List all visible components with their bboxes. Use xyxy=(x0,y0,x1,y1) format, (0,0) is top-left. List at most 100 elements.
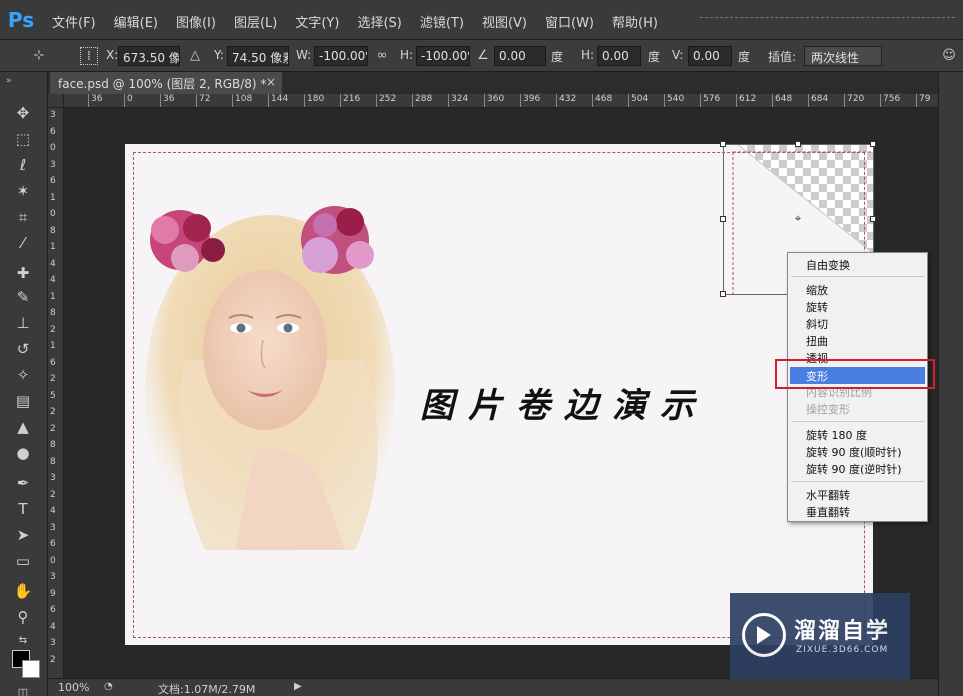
status-info-icon[interactable]: ◔ xyxy=(104,681,113,692)
lasso-tool-icon[interactable]: ℓ xyxy=(12,154,34,176)
link-icon[interactable]: ∞ xyxy=(373,47,391,65)
menu-item-rotate-90-ccw[interactable]: 旋转 90 度(逆时针) xyxy=(806,461,902,477)
ruler-label: 4 xyxy=(50,275,56,285)
transform-handle-tl[interactable] xyxy=(720,141,726,147)
menu-type[interactable]: 文字(Y) xyxy=(295,12,339,31)
brush-tool-icon[interactable]: ✎ xyxy=(12,286,34,308)
move-tool-icon[interactable]: ✥ xyxy=(12,102,34,124)
zoom-tool-icon[interactable]: ⚲ xyxy=(12,606,34,628)
pen-tool-icon[interactable]: ✒ xyxy=(12,472,34,494)
ruler-label: 612 xyxy=(739,94,757,104)
zoom-level[interactable]: 100% xyxy=(58,681,89,694)
collapse-icon[interactable]: » xyxy=(6,76,12,86)
menu-help[interactable]: 帮助(H) xyxy=(612,12,658,31)
interpolation-label: 插值: xyxy=(768,50,797,64)
ruler-tick xyxy=(628,94,629,107)
ruler-tick xyxy=(484,94,485,107)
ruler-label: 432 xyxy=(559,94,577,104)
swap-colors-icon[interactable]: ⇆ xyxy=(12,630,34,652)
path-selection-tool-icon[interactable]: ➤ xyxy=(12,524,34,546)
interpolation-select[interactable]: 两次线性 xyxy=(804,46,882,66)
quick-mask-icon[interactable]: ◫ xyxy=(12,682,34,696)
healing-brush-tool-icon[interactable]: ✚ xyxy=(12,262,34,284)
menu-item-scale[interactable]: 缩放 xyxy=(806,282,828,298)
transform-tool-icon[interactable]: ⊹ xyxy=(30,47,48,65)
dodge-tool-icon[interactable]: ● xyxy=(12,442,34,464)
document-tab[interactable]: face.psd @ 100% (图层 2, RGB/8) * × xyxy=(50,72,282,94)
ruler-origin[interactable] xyxy=(48,94,64,108)
ruler-label: 648 xyxy=(775,94,793,104)
menu-view[interactable]: 视图(V) xyxy=(482,12,527,31)
menu-item-distort[interactable]: 扭曲 xyxy=(806,333,828,349)
transform-handle-tc[interactable] xyxy=(795,141,801,147)
hskew-label: H: xyxy=(581,48,595,62)
type-tool-icon[interactable]: T xyxy=(12,498,34,520)
ruler-tick xyxy=(556,94,557,107)
crop-tool-icon[interactable]: ⌗ xyxy=(12,206,34,228)
eraser-tool-icon[interactable]: ✧ xyxy=(12,364,34,386)
hand-tool-icon[interactable]: ✋ xyxy=(12,580,34,602)
menu-item-rotate[interactable]: 旋转 xyxy=(806,299,828,315)
menu-layer[interactable]: 图层(L) xyxy=(234,12,277,31)
ruler-tick xyxy=(772,94,773,107)
vertical-ruler[interactable]: 3 6 0 3 6 1 0 8 1 4 4 1 8 2 1 6 2 5 2 2 8 8 3 2 4 3 6 0 3 9 6 4 3 2 xyxy=(48,108,64,678)
w-field[interactable]: -100.00% xyxy=(314,46,368,66)
ruler-label: 4 xyxy=(50,506,56,516)
blur-tool-icon[interactable]: ▲ xyxy=(12,416,34,438)
menu-filter[interactable]: 滤镜(T) xyxy=(420,12,464,31)
menu-item-flip-vertical[interactable]: 垂直翻转 xyxy=(806,504,850,520)
ruler-tick xyxy=(808,94,809,107)
menu-image[interactable]: 图像(I) xyxy=(176,12,216,31)
ruler-tick xyxy=(880,94,881,107)
transform-handle-tr[interactable] xyxy=(870,141,876,147)
h-field[interactable]: -100.00% xyxy=(416,46,470,66)
menu-separator xyxy=(791,421,924,422)
clone-stamp-tool-icon[interactable]: ⊥ xyxy=(12,312,34,334)
watermark: 溜溜自学 ZIXUE.3D66.COM xyxy=(730,593,910,679)
menu-select[interactable]: 选择(S) xyxy=(357,12,401,31)
menu-item-free-transform[interactable]: 自由变换 xyxy=(806,257,850,273)
menu-item-skew[interactable]: 斜切 xyxy=(806,316,828,332)
ruler-tick xyxy=(376,94,377,107)
gradient-tool-icon[interactable]: ▤ xyxy=(12,390,34,412)
y-field[interactable]: 74.50 像素 xyxy=(227,46,289,66)
rectangle-tool-icon[interactable]: ▭ xyxy=(12,550,34,572)
menu-file[interactable]: 文件(F) xyxy=(52,12,96,31)
ruler-label: 0 xyxy=(50,209,56,219)
marquee-tool-icon[interactable]: ⬚ xyxy=(12,128,34,150)
magic-wand-tool-icon[interactable]: ✶ xyxy=(12,180,34,202)
ruler-label: 6 xyxy=(50,605,56,615)
status-menu-arrow-icon[interactable]: ▶ xyxy=(294,681,302,692)
x-field[interactable]: 673.50 像素 xyxy=(118,46,180,66)
hskew-field[interactable]: 0.00 xyxy=(597,46,641,66)
ruler-label: 324 xyxy=(451,94,469,104)
menu-item-rotate-90-cw[interactable]: 旋转 90 度(顺时针) xyxy=(806,444,902,460)
history-brush-tool-icon[interactable]: ↺ xyxy=(12,338,34,360)
menu-window[interactable]: 窗口(W) xyxy=(545,12,594,31)
relative-position-icon[interactable]: △ xyxy=(186,47,204,65)
menu-item-rotate-180[interactable]: 旋转 180 度 xyxy=(806,427,867,443)
angle-field[interactable]: 0.00 xyxy=(494,46,546,66)
close-tab-icon[interactable]: × xyxy=(266,75,276,89)
ruler-tick xyxy=(340,94,341,107)
vskew-field[interactable]: 0.00 xyxy=(688,46,732,66)
ruler-tick xyxy=(232,94,233,107)
menu-edit[interactable]: 编辑(E) xyxy=(114,12,158,31)
warp-mode-icon[interactable]: ☺ xyxy=(940,47,958,65)
background-color-swatch[interactable] xyxy=(22,660,40,678)
ruler-label: 108 xyxy=(235,94,253,104)
ruler-label: 6 xyxy=(50,126,56,137)
ruler-label: 540 xyxy=(667,94,685,104)
ruler-tick xyxy=(124,94,125,107)
eyedropper-tool-icon[interactable]: ⁄ xyxy=(12,232,34,254)
menu-item-flip-horizontal[interactable]: 水平翻转 xyxy=(806,487,850,503)
ruler-label: 8 xyxy=(50,456,56,467)
ruler-label: 5 xyxy=(50,390,56,401)
ruler-label: 6 xyxy=(50,539,56,549)
transform-handle-mr[interactable] xyxy=(870,216,876,222)
vskew-label: V: xyxy=(672,48,684,62)
ruler-label: 8 xyxy=(50,308,56,318)
horizontal-ruler[interactable]: 36 0 36 72 108 144 180 216 252 288 324 360 396 432 468… xyxy=(64,94,938,108)
ruler-label: 3 xyxy=(50,110,56,120)
reference-point-icon[interactable]: ⁞ xyxy=(80,47,98,65)
